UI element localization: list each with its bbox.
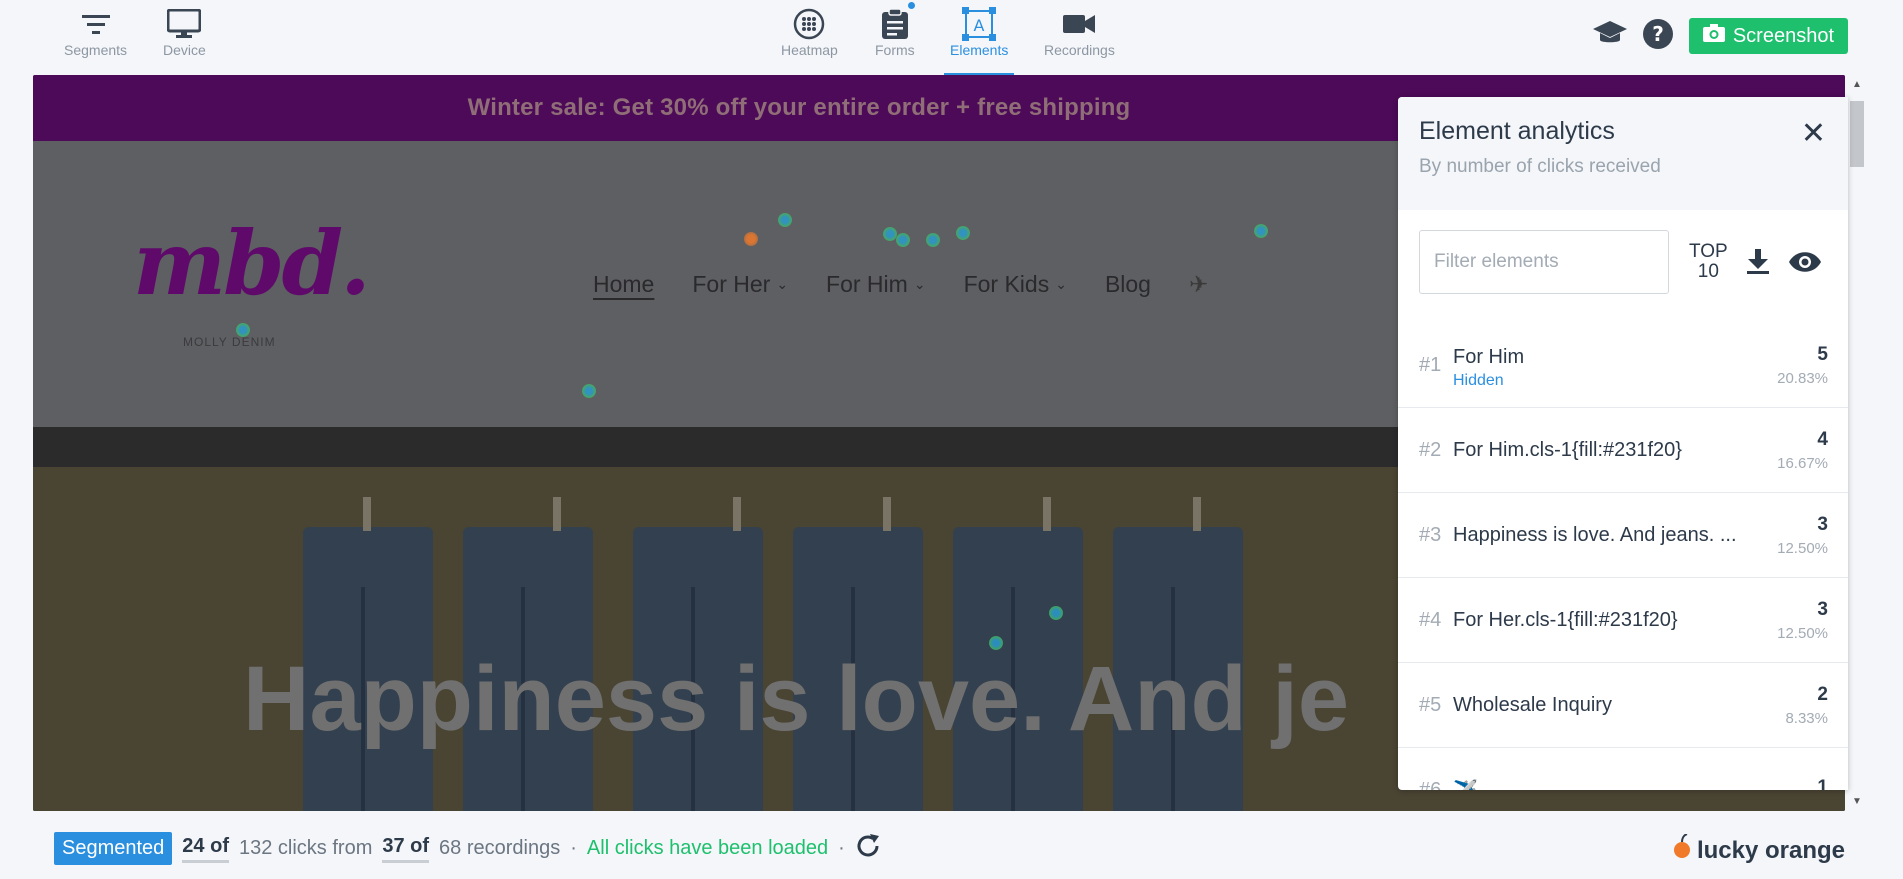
heatmap-icon (793, 6, 825, 42)
nav-for-him[interactable]: For Him ⌄ (826, 271, 926, 298)
click-dot (778, 213, 792, 227)
click-dot (896, 233, 910, 247)
filter-row: TOP 10 (1419, 230, 1829, 294)
site-nav: Home For Her ⌄ For Him ⌄ For Kids ⌄ Blog ✈ (593, 271, 1208, 298)
logo-subtitle: MOLLY DENIM (183, 335, 276, 349)
panel-title: Element analytics (1419, 117, 1615, 145)
click-dot (883, 227, 897, 241)
refresh-icon[interactable] (855, 833, 881, 865)
segments-label: Segments (64, 42, 128, 58)
tab-recordings[interactable]: Recordings (1044, 6, 1115, 58)
device-label: Device (163, 42, 206, 58)
separator: · (570, 837, 577, 859)
tab-heatmap-label: Heatmap (781, 42, 838, 58)
filter-elements-input[interactable] (1419, 230, 1669, 294)
click-dot (989, 636, 1003, 650)
tab-recordings-label: Recordings (1044, 42, 1115, 58)
tab-forms-label: Forms (875, 42, 915, 58)
segments-button[interactable]: Segments (64, 6, 127, 58)
video-icon (1063, 6, 1096, 42)
elements-icon: A (962, 6, 997, 42)
clipboard-icon (881, 0, 917, 42)
recordings-shown[interactable]: 37 of (382, 835, 430, 863)
separator: · (838, 837, 845, 859)
list-item[interactable]: #3 Happiness is love. And jeans. ... 3 12… (1398, 493, 1848, 578)
scroll-up-icon[interactable]: ▲ (1852, 79, 1862, 90)
click-dot (956, 226, 970, 240)
banner-text: Winter sale: Get 30% off your entire ord… (467, 94, 1131, 121)
list-item[interactable]: #6 ✈️ 1 (1398, 748, 1848, 790)
camera-icon (1702, 24, 1725, 48)
notification-dot (905, 0, 917, 11)
lucky-orange-logo: lucky orange (1673, 833, 1845, 867)
scroll-down-icon[interactable]: ▼ (1852, 796, 1862, 807)
logo-text: mbd. (133, 211, 371, 315)
chevron-down-icon: ⌄ (913, 276, 926, 292)
click-dot (236, 323, 250, 337)
filter-icon (81, 6, 110, 42)
scroll-thumb[interactable] (1850, 101, 1864, 167)
click-dot (1254, 224, 1268, 238)
eye-icon[interactable] (1788, 251, 1822, 273)
graduation-cap-icon[interactable] (1592, 20, 1627, 52)
tab-elements-label: Elements (950, 42, 1009, 58)
screenshot-label: Screenshot (1732, 24, 1834, 47)
airplane-icon[interactable]: ✈ (1189, 271, 1208, 298)
clicks-total: 132 clicks from (238, 837, 373, 859)
clicks-shown[interactable]: 24 of (182, 835, 229, 863)
recordings-total: 68 recordings (439, 837, 561, 859)
segmented-badge[interactable]: Segmented (54, 832, 173, 865)
click-dot (582, 384, 596, 398)
element-list: #1 For Him Hidden 5 20.83% #2 For Him.cls… (1398, 323, 1848, 790)
panel-subtitle: By number of clicks received (1419, 156, 1661, 177)
element-analytics-panel: Element analytics By number of clicks re… (1398, 97, 1848, 790)
help-icon[interactable]: ? (1642, 18, 1673, 54)
orange-icon (1673, 833, 1691, 867)
nav-home[interactable]: Home (593, 271, 654, 298)
list-item[interactable]: #5 Wholesale Inquiry 2 8.33% (1398, 663, 1848, 748)
tab-elements[interactable]: A Elements (943, 6, 1015, 76)
brand-text: lucky orange (1696, 836, 1845, 864)
loaded-status: All clicks have been loaded (586, 837, 829, 859)
click-dot (926, 233, 940, 247)
hero-title: Happiness is love. And je (243, 648, 1350, 750)
status-bar: Segmented 24 of 132 clicks from 37 of 68… (54, 832, 881, 865)
list-item[interactable]: #1 For Him Hidden 5 20.83% (1398, 323, 1848, 408)
chevron-down-icon: ⌄ (776, 276, 789, 292)
tab-forms[interactable]: Forms (875, 0, 917, 58)
nav-for-kids[interactable]: For Kids ⌄ (964, 271, 1067, 298)
tab-heatmap[interactable]: Heatmap (781, 6, 838, 58)
list-item[interactable]: #2 For Him.cls-1{fill:#231f20} 4 16.67% (1398, 408, 1848, 493)
top-10-toggle[interactable]: TOP 10 (1689, 242, 1728, 282)
download-icon[interactable] (1746, 249, 1770, 275)
nav-blog[interactable]: Blog (1105, 271, 1151, 298)
nav-for-her[interactable]: For Her ⌄ (692, 271, 788, 298)
monitor-icon (167, 6, 202, 42)
preview-scrollbar[interactable]: ▲ ▼ (1846, 75, 1868, 811)
device-button[interactable]: Device (163, 6, 206, 58)
svg-text:A: A (974, 16, 985, 35)
click-dot (1049, 606, 1063, 620)
list-item[interactable]: #4 For Her.cls-1{fill:#231f20} 3 12.50% (1398, 578, 1848, 663)
screenshot-button[interactable]: Screenshot (1688, 18, 1848, 54)
hidden-badge: Hidden (1453, 372, 1504, 389)
site-logo: mbd. MOLLY DENIM (133, 211, 371, 349)
chevron-down-icon: ⌄ (1055, 276, 1067, 292)
click-dot (744, 232, 758, 246)
svg-text:?: ? (1652, 22, 1664, 46)
top-toolbar: Segments Device Heatmap Forms A Elements… (0, 0, 1903, 76)
close-icon[interactable]: ✕ (1801, 119, 1826, 149)
panel-header: Element analytics By number of clicks re… (1398, 97, 1848, 210)
